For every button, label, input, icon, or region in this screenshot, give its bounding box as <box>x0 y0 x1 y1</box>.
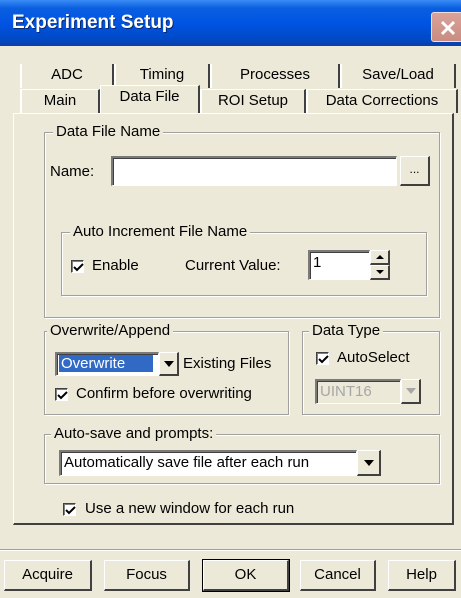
spin-down-icon <box>376 270 384 274</box>
close-button[interactable] <box>431 12 461 42</box>
overwrite-mode-dropdown-button[interactable] <box>159 352 179 376</box>
spin-up-button[interactable] <box>370 250 390 265</box>
data-type-select[interactable]: UINT16 <box>315 379 401 404</box>
title-bar[interactable]: Experiment Setup <box>0 0 461 46</box>
spin-down-button[interactable] <box>370 265 390 280</box>
autosave-select[interactable]: Automatically save file after each run <box>59 450 357 476</box>
overwrite-mode-select[interactable]: Overwrite <box>55 352 159 376</box>
checkmark-icon <box>65 506 76 515</box>
data-type-group-label: Data Type <box>309 322 384 339</box>
autosave-dropdown-button[interactable] <box>357 450 381 476</box>
enable-checkbox[interactable] <box>71 260 84 273</box>
current-value-input[interactable]: 1 <box>308 250 370 280</box>
overwrite-append-group: Overwrite/Append Overwrite Existing File… <box>44 322 289 415</box>
checkmark-icon <box>57 391 68 400</box>
checkmark-icon <box>318 355 329 364</box>
auto-increment-group: Auto Increment File Name Enable Current … <box>61 223 427 296</box>
focus-button[interactable]: Focus <box>104 560 190 591</box>
tab-row-back: ADC Timing Processes Save/Load <box>0 64 461 88</box>
experiment-setup-dialog: Experiment Setup ADC Timing Processes Sa… <box>0 0 461 598</box>
autoselect-checkbox[interactable] <box>316 352 329 365</box>
chevron-down-icon <box>406 388 416 394</box>
overwrite-append-group-label: Overwrite/Append <box>47 322 174 339</box>
window-title: Experiment Setup <box>12 12 174 33</box>
checkmark-icon <box>73 263 84 272</box>
autoselect-label: AutoSelect <box>337 349 410 366</box>
tab-data-file[interactable]: Data File <box>100 85 200 113</box>
auto-increment-group-label: Auto Increment File Name <box>70 223 251 240</box>
existing-files-label: Existing Files <box>183 355 272 372</box>
new-window-label: Use a new window for each run <box>85 500 295 517</box>
enable-label: Enable <box>92 257 139 274</box>
confirm-overwrite-label: Confirm before overwriting <box>76 385 252 402</box>
tab-row-front: Main Data File ROI Setup Data Correction… <box>0 85 461 113</box>
tab-processes[interactable]: Processes <box>210 64 340 88</box>
chevron-down-icon <box>164 361 174 367</box>
close-icon <box>440 20 456 36</box>
overwrite-mode-value: Overwrite <box>59 355 153 372</box>
browse-button[interactable]: ... <box>400 156 430 186</box>
autosave-group: Auto-save and prompts: Automatically sav… <box>44 425 440 484</box>
new-window-checkbox[interactable] <box>63 503 76 516</box>
autosave-group-label: Auto-save and prompts: <box>51 425 217 442</box>
ok-button[interactable]: OK <box>202 559 290 592</box>
button-bar-separator <box>0 549 461 551</box>
acquire-button[interactable]: Acquire <box>4 560 92 591</box>
data-type-dropdown-button[interactable] <box>401 379 421 404</box>
spin-up-icon <box>376 255 384 259</box>
chevron-down-icon <box>364 460 374 466</box>
data-file-name-group-label: Data File Name <box>53 123 164 140</box>
current-value-label: Current Value: <box>185 257 281 274</box>
data-file-name-group: Data File Name Name: ... Auto Increment … <box>44 123 440 318</box>
data-type-group: Data Type AutoSelect UINT16 <box>302 322 440 415</box>
tab-main[interactable]: Main <box>20 89 100 113</box>
confirm-overwrite-checkbox[interactable] <box>55 388 68 401</box>
tab-roi-setup[interactable]: ROI Setup <box>200 89 306 113</box>
help-button[interactable]: Help <box>388 560 456 591</box>
tab-save-load[interactable]: Save/Load <box>340 64 456 88</box>
file-name-input[interactable] <box>111 156 397 186</box>
data-file-panel: Data File Name Name: ... Auto Increment … <box>13 113 454 525</box>
name-label: Name: <box>50 163 95 180</box>
tab-data-corrections[interactable]: Data Corrections <box>306 89 458 113</box>
cancel-button[interactable]: Cancel <box>300 560 376 591</box>
